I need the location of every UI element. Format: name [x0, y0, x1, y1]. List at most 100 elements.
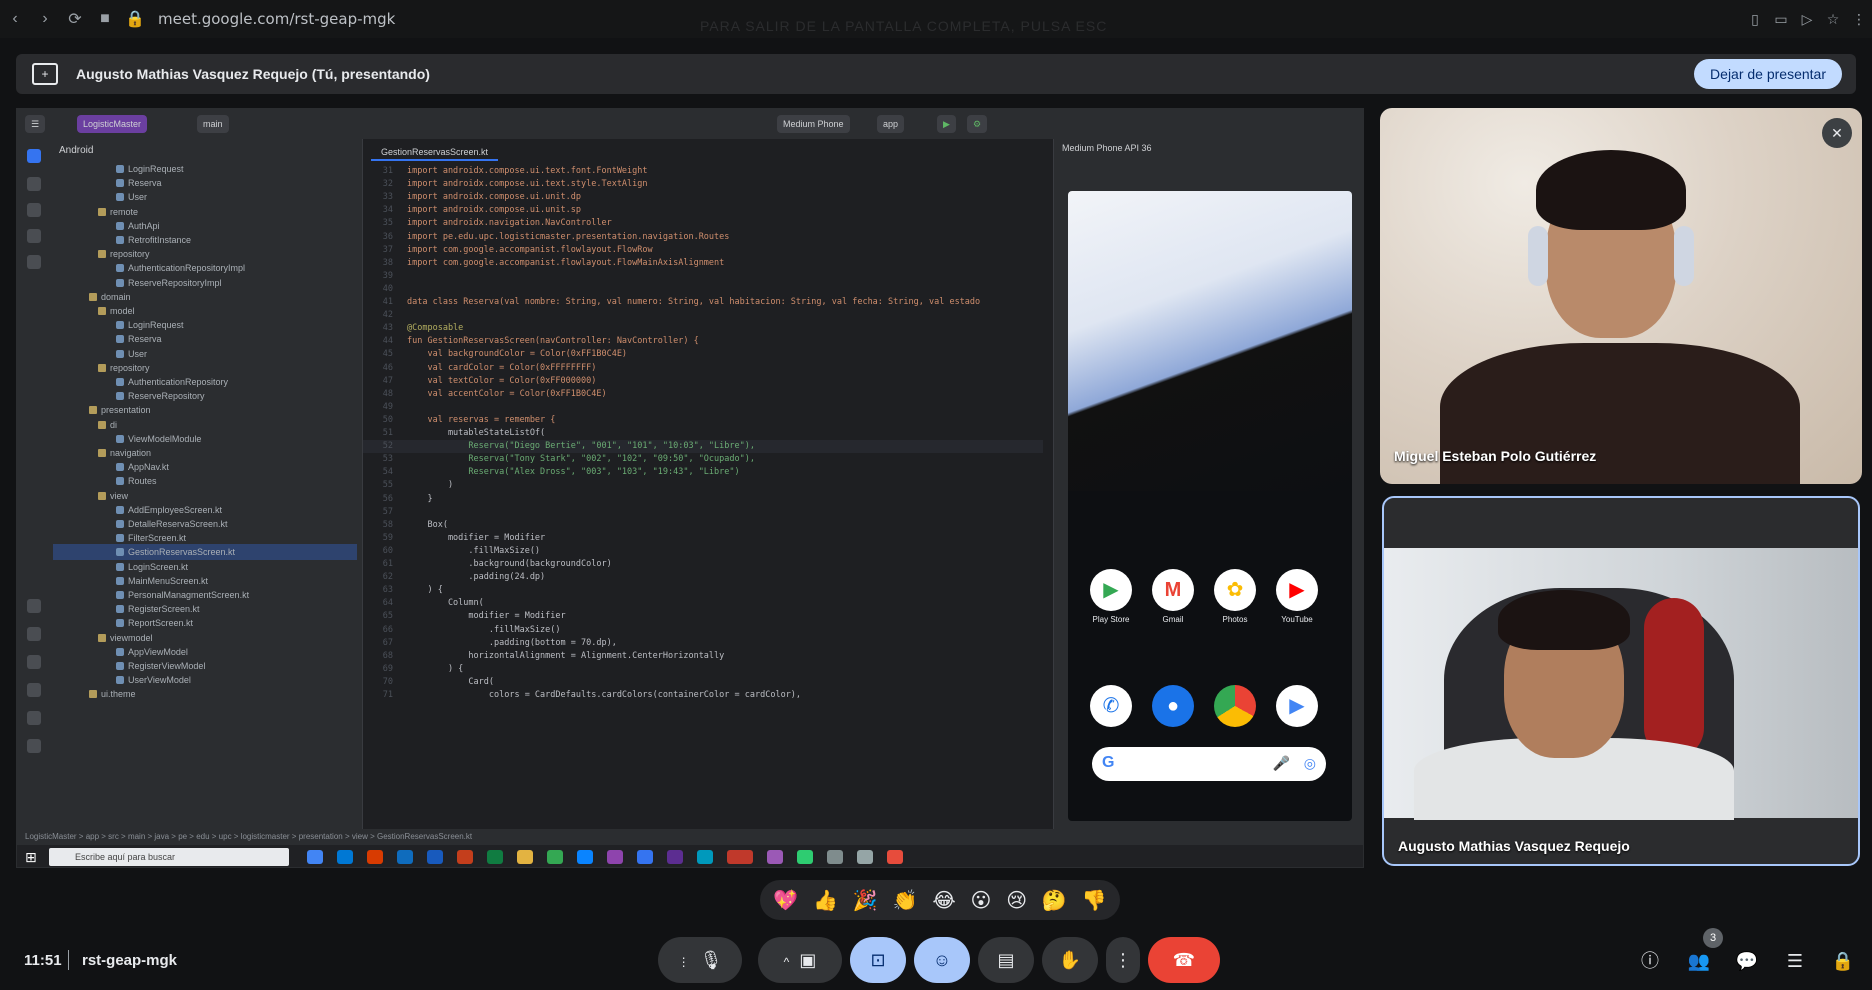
- code-line[interactable]: 36 import pe.edu.upc.logisticmaster.prese…: [363, 231, 1043, 244]
- terminal-tool-icon[interactable]: [27, 655, 41, 669]
- code-line[interactable]: 42: [363, 309, 1043, 322]
- taskbar-app-icon[interactable]: [727, 850, 753, 864]
- code-line[interactable]: 31 import androidx.compose.ui.text.font.F…: [363, 165, 1043, 178]
- youtube-icon[interactable]: ▶: [1276, 569, 1318, 611]
- windows-start-icon[interactable]: ⊞: [25, 849, 37, 866]
- code-line[interactable]: 65 modifier = Modifier: [363, 610, 1043, 623]
- code-line[interactable]: 55 ): [363, 479, 1043, 492]
- reaction-emoji[interactable]: 🤔: [1042, 888, 1067, 913]
- code-line[interactable]: 41 data class Reserva(val nombre: String,…: [363, 296, 1043, 309]
- camera-icon[interactable]: ■: [90, 10, 120, 28]
- more-options-button[interactable]: ⋮: [1106, 937, 1140, 983]
- logcat-tool-icon[interactable]: [27, 683, 41, 697]
- taskbar-app-icon[interactable]: [697, 850, 713, 864]
- taskbar-app-icon[interactable]: [667, 850, 683, 864]
- code-line[interactable]: 56 }: [363, 493, 1043, 506]
- chrome-icon[interactable]: [1214, 685, 1256, 727]
- microphone-button[interactable]: ⋮ 🎙: [658, 937, 742, 983]
- gmail-icon[interactable]: M: [1152, 569, 1194, 611]
- extension-icon[interactable]: ▯: [1742, 11, 1768, 28]
- resource-tool-icon[interactable]: [27, 229, 41, 243]
- code-line[interactable]: 50 val reservas = remember {: [363, 414, 1043, 427]
- tree-folder[interactable]: ui.theme: [53, 686, 357, 702]
- phone-search-bar[interactable]: G 🎤 ◎: [1092, 747, 1326, 781]
- project-tool-icon[interactable]: [27, 149, 41, 163]
- code-line[interactable]: 52 Reserva("Diego Bertie", "001", "101",…: [363, 440, 1043, 454]
- taskbar-app-icon[interactable]: [517, 850, 533, 864]
- taskbar-search[interactable]: Escribe aquí para buscar: [49, 848, 289, 866]
- bookmark-icon[interactable]: ☆: [1820, 11, 1846, 28]
- play-store-icon[interactable]: ▶: [1090, 569, 1132, 611]
- code-line[interactable]: 49: [363, 401, 1043, 414]
- taskbar-app-icon[interactable]: [547, 850, 563, 864]
- ide-menu-icon[interactable]: ☰: [25, 115, 46, 133]
- code-line[interactable]: 48 val accentColor = Color(0xFF1B0C4E): [363, 388, 1043, 401]
- code-line[interactable]: 58 Box(: [363, 519, 1043, 532]
- code-line[interactable]: 57: [363, 506, 1043, 519]
- host-controls-icon[interactable]: 🔒: [1830, 948, 1856, 974]
- photos-icon[interactable]: ✿: [1214, 569, 1256, 611]
- phone-app-icon[interactable]: ✆: [1090, 685, 1132, 727]
- code-line[interactable]: 35 import androidx.navigation.NavControll…: [363, 217, 1043, 230]
- taskbar-app-icon[interactable]: [337, 850, 353, 864]
- taskbar-app-icon[interactable]: [307, 850, 323, 864]
- code-line[interactable]: 62 .padding(24.dp): [363, 571, 1043, 584]
- commit-tool-icon[interactable]: [27, 177, 41, 191]
- stop-presenting-button[interactable]: Dejar de presentar: [1694, 59, 1842, 89]
- participant-tile-self[interactable]: Augusto Mathias Vasquez Requejo: [1382, 496, 1860, 866]
- reactions-button[interactable]: ☺: [914, 937, 970, 983]
- code-line[interactable]: 60 .fillMaxSize(): [363, 545, 1043, 558]
- taskbar-app-icon[interactable]: [637, 850, 653, 864]
- play-store-icon[interactable]: ▶: [1276, 685, 1318, 727]
- address-bar-url[interactable]: meet.google.com/rst-geap-mgk: [158, 10, 395, 28]
- reaction-emoji[interactable]: 💖: [773, 888, 798, 913]
- code-line[interactable]: 68 horizontalAlignment = Alignment.Cente…: [363, 650, 1043, 663]
- code-line[interactable]: 66 .fillMaxSize(): [363, 624, 1043, 637]
- taskbar-app-icon[interactable]: [577, 850, 593, 864]
- taskbar-app-icon[interactable]: [607, 850, 623, 864]
- raise-hand-button[interactable]: ✋: [1042, 937, 1098, 983]
- emulator-screen[interactable]: ▶ Play Store M Gmail ✿ Photos ▶ YouTube …: [1068, 191, 1352, 821]
- code-line[interactable]: 63 ) {: [363, 584, 1043, 597]
- reaction-emoji[interactable]: 😮: [971, 888, 992, 913]
- people-icon[interactable]: 👥: [1686, 948, 1712, 974]
- code-line[interactable]: 40: [363, 283, 1043, 296]
- reaction-emoji[interactable]: 👍: [813, 888, 838, 913]
- video-options-icon[interactable]: ^: [784, 955, 790, 969]
- taskbar-app-icon[interactable]: [457, 850, 473, 864]
- branch-selector[interactable]: main: [197, 115, 229, 133]
- participant-tile[interactable]: ✕ Miguel Esteban Polo Gutiérrez: [1380, 108, 1862, 484]
- code-line[interactable]: 37 import com.google.accompanist.flowlayo…: [363, 244, 1043, 257]
- code-line[interactable]: 33 import androidx.compose.ui.unit.dp: [363, 191, 1043, 204]
- problems-tool-icon[interactable]: [27, 711, 41, 725]
- code-line[interactable]: 53 Reserva("Tony Stark", "002", "102", "…: [363, 453, 1043, 466]
- project-view-selector[interactable]: Android: [59, 145, 93, 156]
- lock-icon[interactable]: 🔒: [120, 9, 150, 29]
- reaction-emoji[interactable]: 😂: [932, 888, 955, 913]
- taskbar-app-icon[interactable]: [887, 850, 903, 864]
- captions-button[interactable]: ▤: [978, 937, 1034, 983]
- project-selector[interactable]: LogisticMaster: [77, 115, 148, 133]
- run-tool-icon[interactable]: [27, 627, 41, 641]
- taskbar-app-icon[interactable]: [397, 850, 413, 864]
- code-line[interactable]: 44 fun GestionReservasScreen(navControlle…: [363, 335, 1043, 348]
- code-line[interactable]: 32 import androidx.compose.ui.text.style.…: [363, 178, 1043, 191]
- build-tool-icon[interactable]: [27, 599, 41, 613]
- messages-icon[interactable]: ●: [1152, 685, 1194, 727]
- code-line[interactable]: 67 .padding(bottom = 70.dp),: [363, 637, 1043, 650]
- present-button[interactable]: ⊡: [850, 937, 906, 983]
- taskbar-app-icon[interactable]: [487, 850, 503, 864]
- reaction-emoji[interactable]: 👎: [1082, 888, 1107, 913]
- code-line[interactable]: 64 Column(: [363, 597, 1043, 610]
- device-selector[interactable]: Medium Phone: [777, 115, 850, 133]
- taskbar-app-icon[interactable]: [767, 850, 783, 864]
- pull-request-tool-icon[interactable]: [27, 203, 41, 217]
- chat-icon[interactable]: 💬: [1734, 948, 1760, 974]
- activities-icon[interactable]: ☰: [1782, 948, 1808, 974]
- taskbar-app-icon[interactable]: [797, 850, 813, 864]
- leave-call-button[interactable]: ☎: [1148, 937, 1220, 983]
- audio-options-icon[interactable]: ⋮: [678, 955, 690, 969]
- version-control-tool-icon[interactable]: [27, 739, 41, 753]
- reaction-emoji[interactable]: 👏: [893, 888, 918, 913]
- code-line[interactable]: 45 val backgroundColor = Color(0xFF1B0C4…: [363, 348, 1043, 361]
